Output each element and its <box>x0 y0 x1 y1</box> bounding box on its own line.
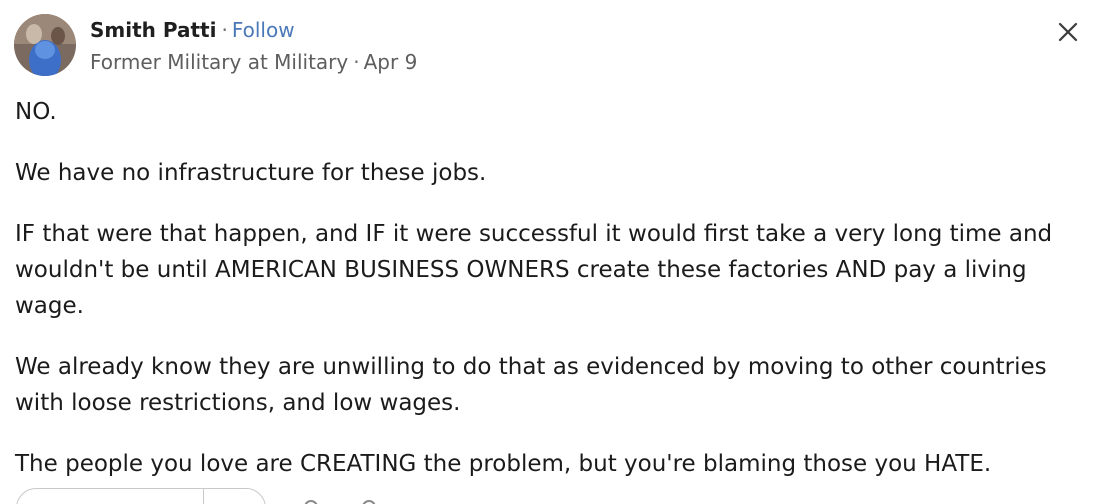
comment-paragraph: NO. <box>15 99 57 125</box>
comment-paragraph: We already know they are unwilling to do… <box>15 354 1047 416</box>
author-name[interactable]: Smith Patti <box>90 18 216 42</box>
post-date: Apr 9 <box>363 50 418 74</box>
avatar-image <box>14 14 76 76</box>
share-icon[interactable] <box>362 500 376 504</box>
reaction-bar <box>16 488 266 504</box>
like-button[interactable] <box>17 489 204 504</box>
close-icon <box>1058 22 1078 42</box>
reaction-icon[interactable] <box>304 500 318 504</box>
comment-paragraph: IF that were that happen, and IF it were… <box>15 221 1053 319</box>
comment-header: Smith Patti · Follow Former Military at Mi… <box>14 14 417 76</box>
author-meta: Smith Patti · Follow Former Military at Mi… <box>90 14 417 76</box>
comment-button[interactable] <box>204 489 265 504</box>
author-headline: Former Military at Military <box>90 50 349 74</box>
author-subline: Former Military at Military · Apr 9 <box>90 48 417 76</box>
comment-paragraph: The people you love are CREATING the pro… <box>15 451 992 477</box>
comment-paragraph: We have no infrastructure for these jobs… <box>15 160 487 186</box>
follow-link[interactable]: Follow <box>232 18 295 42</box>
separator-dot: · <box>221 18 228 42</box>
avatar[interactable] <box>14 14 76 76</box>
comment-card: Smith Patti · Follow Former Military at Mi… <box>0 0 1104 504</box>
author-name-line: Smith Patti · Follow <box>90 16 417 44</box>
separator-dot: · <box>353 50 360 74</box>
comment-body: NO. We have no infrastructure for these … <box>15 94 1090 482</box>
close-button[interactable] <box>1052 16 1084 48</box>
